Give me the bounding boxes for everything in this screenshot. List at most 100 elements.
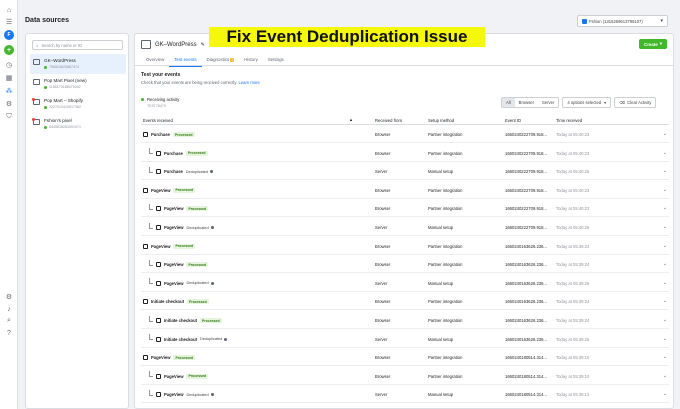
gear-icon[interactable]: ⚙ xyxy=(4,292,14,302)
table-row[interactable]: PageView Deduplicated Server Manual setup 16… xyxy=(141,275,669,292)
event-cell: PageView Deduplicated xyxy=(149,278,214,286)
event-name: Initiate checkout xyxy=(164,336,198,342)
sort-icon[interactable]: ▲ xyxy=(349,117,353,122)
chevron-down-icon[interactable]: ⌄ xyxy=(663,280,667,286)
table-row[interactable]: PageView Processed Browser Partner integrat… xyxy=(141,256,669,274)
received-from: Server xyxy=(375,280,388,286)
receiving-activity: Receiving activity TEST78479 xyxy=(141,97,179,108)
chevron-down-icon[interactable]: ⌄ xyxy=(663,243,667,249)
source-item-pop-mart-pixel[interactable]: Pop Mart Pixel (new) 1185170186075392 xyxy=(30,74,126,94)
edit-icon[interactable]: ✎ xyxy=(201,42,205,48)
search-input[interactable]: ⌕ Search by name or ID xyxy=(32,40,123,50)
source-item-gk-wordpress[interactable]: GK–WordPress 796524625887474 xyxy=(30,54,126,74)
filter-server[interactable]: Server xyxy=(538,98,558,107)
time-received: Today at 05:39:24 xyxy=(556,243,590,249)
time-received: Today at 05:39:24 xyxy=(556,262,590,268)
learn-more-link[interactable]: Learn more xyxy=(238,80,259,85)
table-row[interactable]: Purchase Processed Browser Partner integrat… xyxy=(141,126,669,143)
setup-method: Partner integration xyxy=(428,299,463,305)
options-select[interactable]: 4 options selected ▾ xyxy=(562,97,612,108)
notifications-icon[interactable]: ♪ xyxy=(4,304,14,314)
chevron-down-icon[interactable]: ⌄ xyxy=(663,298,667,304)
time-received: Today at 05:40:23 xyxy=(556,150,590,156)
chevron-down-icon[interactable]: ⌄ xyxy=(663,373,667,379)
filter-browser[interactable]: Browser xyxy=(515,98,538,107)
event-icon xyxy=(143,355,148,361)
chevron-down-icon[interactable]: ⌄ xyxy=(663,187,667,193)
info-icon xyxy=(210,170,214,174)
event-icon xyxy=(156,262,161,268)
chevron-down-icon[interactable]: ⌄ xyxy=(663,150,667,156)
event-icon xyxy=(156,318,161,323)
clear-activity-button[interactable]: ⌫ Clear Activity xyxy=(614,97,657,108)
pixel-icon xyxy=(141,40,151,49)
event-id: 1660240222709.918... xyxy=(505,225,547,230)
table-row[interactable]: PageView Processed Browser Partner integrat… xyxy=(141,200,669,218)
event-name: PageView xyxy=(151,355,171,361)
help-icon[interactable]: ? xyxy=(4,328,14,338)
setup-method: Partner integration xyxy=(428,243,463,249)
chevron-down-icon[interactable]: ⌄ xyxy=(663,261,667,267)
time-received: Today at 05:40:25 xyxy=(556,169,590,175)
time-received: Today at 05:40:23 xyxy=(556,132,590,137)
chevron-down-icon[interactable]: ⌄ xyxy=(663,205,667,211)
status-badge: Processed xyxy=(173,355,196,361)
chevron-down-icon[interactable]: ⌄ xyxy=(663,354,667,360)
event-icon xyxy=(156,225,161,230)
event-name: PageView xyxy=(164,225,184,230)
search-icon[interactable]: ⌕ xyxy=(4,316,14,326)
create-button[interactable]: Create ▾ xyxy=(639,39,667,49)
table-row[interactable]: PageView Processed Browser Partner integrat… xyxy=(141,368,669,385)
table-row[interactable]: Purchase Processed Browser Partner integrat… xyxy=(141,145,669,162)
chevron-down-icon[interactable]: ⌄ xyxy=(663,224,667,230)
grid-icon[interactable]: ▦ xyxy=(4,73,14,83)
source-id: 2227013419917382 xyxy=(49,105,81,109)
col-events[interactable]: Events received xyxy=(143,118,173,123)
event-cell: Initiate checkout Processed xyxy=(143,299,209,305)
setup-method: Manual setup xyxy=(428,169,454,175)
event-id: 1660240222709.918... xyxy=(505,150,547,156)
pixel-icon xyxy=(32,98,40,105)
section-subtitle: Check that your events are being receive… xyxy=(141,80,260,85)
source-item-pop-mart-shopify[interactable]: Pop Mart – Shopify 2227013419917382 xyxy=(30,94,126,114)
table-row[interactable]: Initiate checkout Processed Browser Partner… xyxy=(141,293,669,311)
avatar[interactable]: F xyxy=(4,30,14,40)
home-icon[interactable]: ⌂ xyxy=(4,5,14,15)
setup-method: Partner integration xyxy=(428,150,463,156)
add-icon[interactable]: + xyxy=(4,45,14,55)
shield-icon[interactable]: ⛉ xyxy=(4,112,14,122)
status-badge: Deduplicated xyxy=(186,393,214,397)
filter-all[interactable]: All xyxy=(502,98,515,107)
chevron-down-icon[interactable]: ⌄ xyxy=(663,131,667,137)
chevron-down-icon[interactable]: ⌄ xyxy=(663,317,667,323)
received-from: Browser xyxy=(375,206,391,212)
received-from: Server xyxy=(375,336,388,342)
table-row[interactable]: PageView Processed Browser Partner integrat… xyxy=(141,182,669,199)
event-cell: Initiate checkout Deduplicated xyxy=(149,334,228,342)
source-id: 1185170186075392 xyxy=(49,85,81,89)
table-row[interactable]: PageView Processed Browser Partner integrat… xyxy=(141,349,669,367)
events-manager-icon[interactable]: ⁂ xyxy=(4,86,14,96)
source-item-fshion-pixel[interactable]: Fshion's pixel 8445818281091971 xyxy=(30,114,126,134)
event-cell: PageView Processed xyxy=(143,355,196,361)
chevron-down-icon[interactable]: ⌄ xyxy=(663,336,667,342)
table-row[interactable]: PageView Deduplicated Server Manual setup 16… xyxy=(141,219,669,236)
table-row[interactable]: PageView Processed Browser Partner integrat… xyxy=(141,238,669,255)
pixel-icon xyxy=(33,79,40,85)
table-row[interactable]: PageView Deduplicated Server Manual setup 16… xyxy=(141,386,669,404)
table-row[interactable]: Purchase Deduplicated Server Manual setup 16… xyxy=(141,163,669,181)
table-row[interactable]: Initiate checkout Processed Browser Partner… xyxy=(141,312,669,329)
title-banner: Fix Event Deduplication Issue xyxy=(209,27,485,47)
time-received: Today at 05:39:13 xyxy=(556,392,590,398)
settings-icon[interactable]: ⚙ xyxy=(4,99,14,109)
clock-icon[interactable]: ◷ xyxy=(4,60,14,70)
account-selector[interactable]: Fshion (1316269613796107) ▾ xyxy=(577,15,668,27)
tree-connector xyxy=(149,148,153,155)
menu-icon[interactable]: ☰ xyxy=(4,17,14,27)
chevron-down-icon[interactable]: ⌄ xyxy=(663,391,667,397)
time-received: Today at 05:40:26 xyxy=(556,225,590,230)
chevron-down-icon[interactable]: ⌄ xyxy=(663,168,667,174)
event-name: PageView xyxy=(164,392,184,398)
create-label: Create xyxy=(644,41,658,47)
table-row[interactable]: Initiate checkout Deduplicated Server Manua… xyxy=(141,331,669,348)
